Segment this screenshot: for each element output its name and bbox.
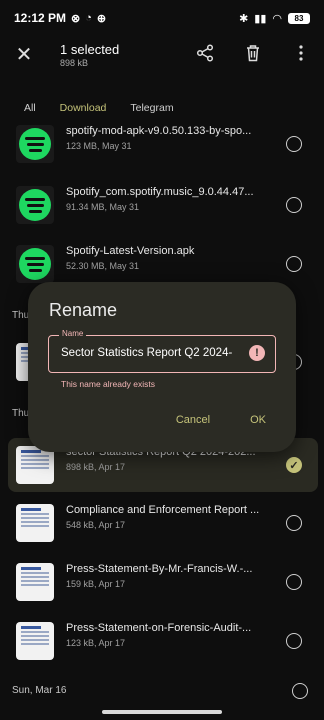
- list-item[interactable]: Spotify_com.spotify.music_9.0.44.47... 91…: [8, 178, 318, 232]
- battery-icon: 83: [288, 12, 310, 24]
- notification-icon: ⊗: [71, 12, 81, 25]
- field-label: Name: [59, 329, 87, 338]
- notification-icon: ◔: [85, 12, 92, 24]
- status-bar: 12:12 PM ⊗ ◔ ⊕ ✱ ▮▮ ◠ 83: [0, 0, 324, 36]
- spotify-app-icon: [16, 186, 54, 224]
- list-item[interactable]: Compliance and Enforcement Report ... 548…: [8, 496, 318, 550]
- wifi-icon: ◠: [272, 12, 282, 25]
- notification-icon: ⊕: [96, 12, 107, 25]
- selection-count: 1 selected: [60, 42, 120, 57]
- select-radio[interactable]: [286, 574, 302, 590]
- selection-app-bar: ✕ 1 selected 898 kB: [0, 36, 324, 80]
- spotify-app-icon: [16, 245, 54, 283]
- dialog-title: Rename: [49, 300, 118, 320]
- select-radio[interactable]: [286, 633, 302, 649]
- tab-download[interactable]: Download: [48, 102, 119, 114]
- list-item[interactable]: Press-Statement-on-Forensic-Audit-... 123…: [8, 614, 318, 668]
- name-input[interactable]: [61, 347, 241, 359]
- more-options-icon[interactable]: [290, 42, 312, 64]
- home-indicator[interactable]: [102, 710, 222, 714]
- list-item[interactable]: spotify-mod-apk-v9.0.50.133-by-spo... 123…: [8, 117, 318, 171]
- section-header: Sun, Mar 16: [12, 685, 67, 696]
- clock: 12:12 PM: [14, 11, 67, 25]
- spotify-app-icon: [16, 125, 54, 163]
- document-thumbnail: [16, 504, 54, 542]
- error-icon: !: [249, 345, 265, 361]
- select-radio[interactable]: [286, 515, 302, 531]
- list-item[interactable]: Press-Statement-By-Mr.-Francis-W.-... 159…: [8, 555, 318, 609]
- section-header: Thu: [12, 408, 30, 419]
- rename-dialog: Rename Name ! This name already exists C…: [28, 282, 296, 452]
- bluetooth-icon: ✱: [239, 12, 249, 25]
- name-field: Name !: [48, 329, 276, 373]
- delete-icon[interactable]: [242, 42, 264, 64]
- tab-telegram[interactable]: Telegram: [118, 102, 185, 114]
- selection-size: 898 kB: [60, 58, 89, 68]
- close-icon[interactable]: ✕: [12, 42, 36, 66]
- select-radio[interactable]: [292, 683, 308, 699]
- select-radio[interactable]: [286, 256, 302, 272]
- tab-all[interactable]: All: [0, 102, 48, 114]
- select-radio[interactable]: [286, 136, 302, 152]
- cancel-button[interactable]: Cancel: [176, 414, 210, 426]
- document-thumbnail: [16, 622, 54, 660]
- section-header: Thu: [12, 310, 30, 321]
- document-thumbnail: [16, 563, 54, 601]
- signal-icon: ▮▮: [254, 12, 267, 25]
- checked-radio-icon[interactable]: ✓: [286, 457, 302, 473]
- error-message: This name already exists: [61, 379, 156, 389]
- ok-button[interactable]: OK: [250, 414, 266, 426]
- select-radio[interactable]: [286, 197, 302, 213]
- share-icon[interactable]: [194, 42, 216, 64]
